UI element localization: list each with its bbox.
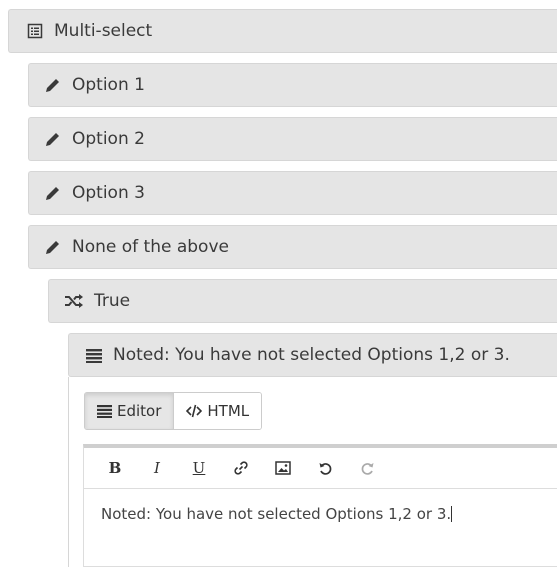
list-icon — [25, 21, 45, 41]
underline-label: U — [192, 459, 206, 477]
true-branch-label: True — [94, 291, 131, 311]
none-of-the-above-label: None of the above — [72, 237, 229, 257]
underline-button[interactable]: U — [178, 459, 220, 477]
option-1-label: Option 1 — [72, 75, 145, 95]
code-icon — [186, 404, 203, 418]
none-of-the-above-node[interactable]: None of the above — [28, 225, 557, 269]
true-branch-node[interactable]: True — [48, 279, 557, 323]
editor-tab[interactable]: Editor — [85, 393, 174, 429]
pencil-icon — [43, 129, 63, 149]
italic-button[interactable]: I — [136, 459, 178, 477]
message-node[interactable]: Noted: You have not selected Options 1,2… — [68, 333, 557, 377]
multi-select-node[interactable]: Multi-select — [8, 9, 557, 53]
link-button[interactable] — [220, 460, 262, 476]
editor-content[interactable]: Noted: You have not selected Options 1,2… — [84, 489, 557, 539]
link-icon — [234, 461, 248, 475]
bold-label: B — [108, 459, 122, 477]
editor-mode-toggle: Editor HTML — [84, 392, 263, 430]
undo-button[interactable] — [304, 461, 346, 476]
undo-icon — [319, 462, 331, 475]
option-2-node[interactable]: Option 2 — [28, 117, 557, 161]
italic-label: I — [154, 459, 160, 477]
image-button[interactable] — [262, 461, 304, 475]
text-caret — [451, 506, 453, 522]
option-1-node[interactable]: Option 1 — [28, 63, 557, 107]
bold-button[interactable]: B — [94, 459, 136, 477]
option-3-label: Option 3 — [72, 183, 145, 203]
editor-content-text: Noted: You have not selected Options 1,2… — [101, 505, 452, 523]
rich-text-editor: B I U Noted: You have not selected Optio… — [83, 444, 557, 567]
html-tab[interactable]: HTML — [173, 393, 262, 429]
redo-button[interactable] — [346, 461, 388, 476]
pencil-icon — [43, 75, 63, 95]
image-icon — [275, 461, 291, 475]
message-label: Noted: You have not selected Options 1,2… — [113, 345, 510, 365]
pencil-icon — [43, 237, 63, 257]
option-2-label: Option 2 — [72, 129, 145, 149]
align-justify-icon — [84, 345, 104, 365]
align-justify-icon — [97, 405, 112, 418]
shuffle-icon — [63, 291, 85, 311]
option-3-node[interactable]: Option 3 — [28, 171, 557, 215]
html-tab-label: HTML — [207, 402, 250, 420]
message-editor-panel: Editor HTML B I U Noted: You have not se… — [68, 377, 557, 567]
editor-toolbar: B I U — [84, 448, 557, 489]
pencil-icon — [43, 183, 63, 203]
editor-tab-label: Editor — [117, 402, 162, 420]
multi-select-label: Multi-select — [54, 21, 153, 41]
redo-icon — [361, 462, 373, 475]
